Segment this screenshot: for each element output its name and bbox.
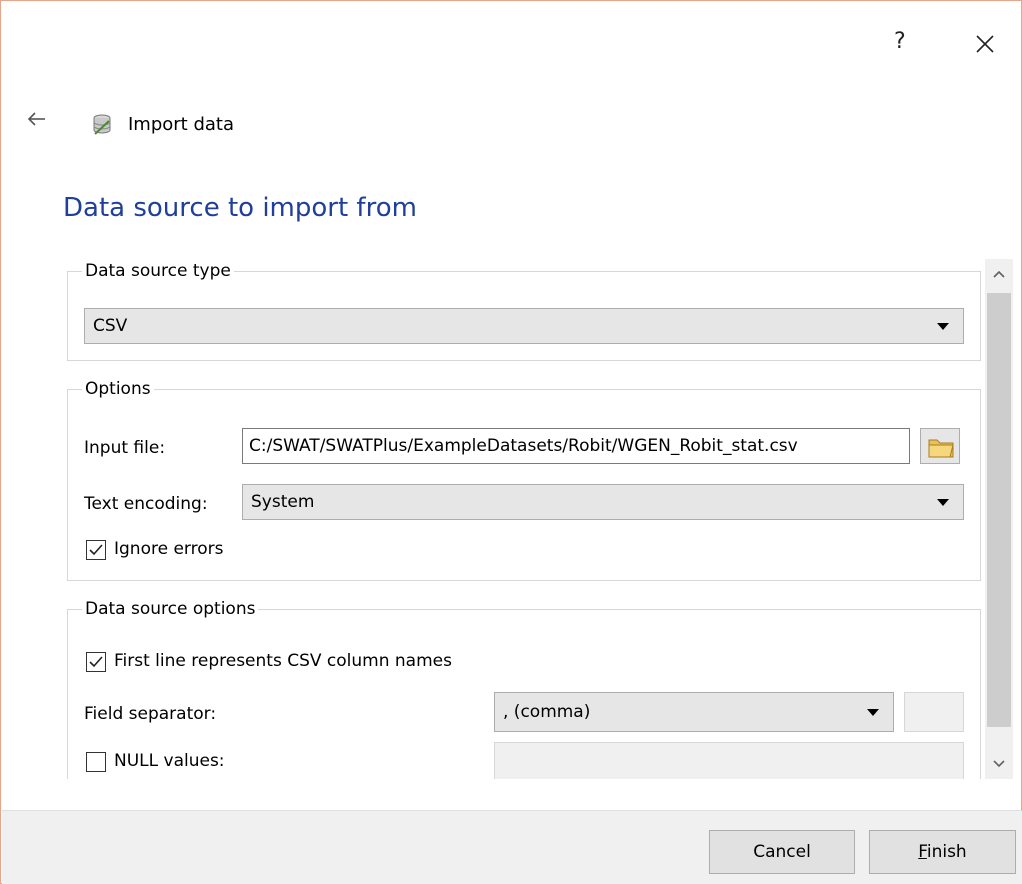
close-button[interactable] [976, 35, 994, 53]
field-separator-combo[interactable]: , (comma) [494, 692, 894, 732]
scroll-down-button[interactable] [985, 749, 1013, 779]
null-values-field[interactable] [494, 742, 964, 779]
group-legend: Data source type [82, 261, 234, 281]
custom-separator-field[interactable] [904, 692, 964, 732]
null-values-label: NULL values: [114, 751, 225, 771]
back-arrow-icon [27, 112, 45, 126]
checkmark-icon [89, 544, 103, 556]
data-source-type-group: Data source type CSV [67, 261, 981, 361]
first-line-header-checkbox[interactable] [86, 652, 106, 672]
input-file-value: C:/SWAT/SWATPlus/ExampleDatasets/Robit/W… [249, 436, 798, 456]
finish-button[interactable]: Finish [869, 830, 1016, 874]
chevron-down-icon [867, 709, 879, 716]
group-legend: Options [82, 379, 154, 399]
help-button[interactable]: ? [894, 29, 906, 54]
field-separator-label: Field separator: [84, 704, 217, 724]
input-file-label: Input file: [84, 438, 166, 458]
nav-row: Import data [1, 111, 1021, 141]
vertical-scrollbar[interactable] [985, 259, 1013, 779]
combo-value: System [251, 492, 315, 512]
folder-icon [928, 439, 954, 458]
null-values-checkbox[interactable] [86, 752, 106, 772]
dialog-footer: Cancel Finish [2, 810, 1022, 884]
close-icon [976, 35, 994, 53]
finish-label: inish [926, 842, 967, 862]
back-button[interactable] [27, 111, 47, 132]
checkmark-icon [89, 656, 103, 668]
database-icon [91, 113, 113, 142]
data-source-options-group: Data source options First line represent… [67, 599, 981, 779]
options-group: Options Input file: C:/SWAT/SWATPlus/Exa… [67, 379, 981, 581]
combo-value: , (comma) [503, 702, 591, 722]
page-heading: Data source to import from [63, 193, 417, 223]
import-data-dialog: ? Import data Data source to import from [0, 0, 1022, 884]
scroll-area: Data source type CSV Options Input file:… [63, 259, 1013, 779]
chevron-down-icon [993, 760, 1005, 768]
scroll-up-button[interactable] [985, 259, 1013, 289]
chevron-up-icon [993, 270, 1005, 278]
group-legend: Data source options [82, 599, 259, 619]
combo-value: CSV [93, 316, 128, 336]
scroll-thumb[interactable] [987, 293, 1011, 727]
dialog-title: Import data [128, 114, 235, 135]
text-encoding-label: Text encoding: [84, 494, 208, 514]
finish-mnemonic: F [918, 842, 927, 862]
first-line-header-label: First line represents CSV column names [114, 651, 452, 671]
ignore-errors-checkbox[interactable] [86, 540, 106, 560]
cancel-button[interactable]: Cancel [709, 830, 855, 874]
chevron-down-icon [937, 499, 949, 506]
chevron-down-icon [937, 323, 949, 330]
input-file-field[interactable]: C:/SWAT/SWATPlus/ExampleDatasets/Robit/W… [242, 428, 910, 464]
data-source-type-combo[interactable]: CSV [84, 308, 964, 344]
ignore-errors-label: Ignore errors [114, 539, 224, 559]
text-encoding-combo[interactable]: System [242, 484, 964, 520]
browse-file-button[interactable] [920, 428, 960, 464]
